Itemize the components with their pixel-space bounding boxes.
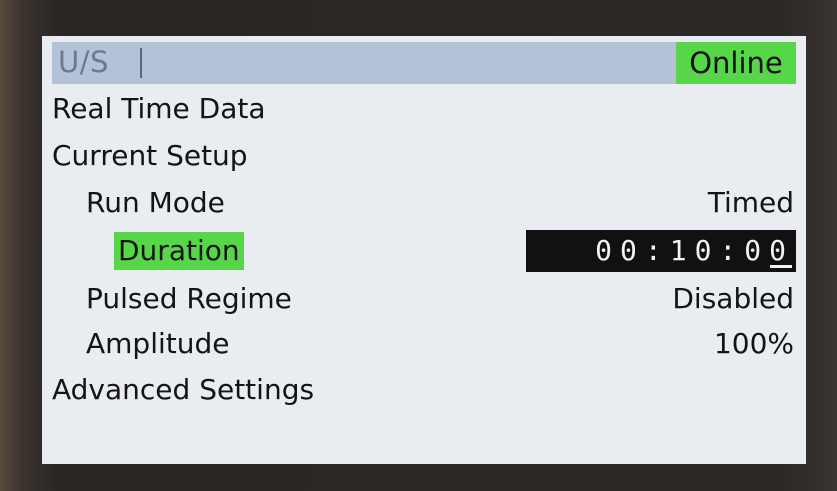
duration-value: 00:10:00: [595, 234, 794, 267]
setting-value: Timed: [707, 186, 794, 219]
screen-title: U/S: [58, 45, 109, 79]
menu-item-current-setup[interactable]: Current Setup: [52, 133, 796, 179]
menu-item-real-time-data[interactable]: Real Time Data: [52, 86, 796, 132]
setting-amplitude[interactable]: Amplitude 100%: [52, 321, 796, 367]
menu-item-advanced-settings[interactable]: Advanced Settings: [52, 367, 796, 413]
setting-label: Pulsed Regime: [86, 282, 292, 315]
setting-value: 100%: [713, 327, 794, 360]
title-bar: U/S Online: [52, 42, 796, 84]
text-cursor: [140, 48, 142, 78]
edit-cursor: [770, 265, 792, 268]
menu-item-label: Advanced Settings: [52, 373, 315, 406]
lcd-screen: U/S Online Real Time Data Current Setup …: [42, 36, 806, 464]
setting-value: Disabled: [672, 282, 794, 315]
status-badge: Online: [676, 42, 796, 84]
duration-time-input[interactable]: 00:10:00: [526, 230, 796, 272]
setting-label: Amplitude: [86, 327, 230, 360]
menu-item-label: Current Setup: [52, 139, 248, 172]
setting-label: Run Mode: [86, 186, 225, 219]
setting-label-wrap: Duration: [114, 228, 244, 274]
menu-item-label: Real Time Data: [52, 92, 266, 125]
setting-pulsed-regime[interactable]: Pulsed Regime Disabled: [52, 276, 796, 322]
setting-duration[interactable]: Duration 00:10:00: [52, 228, 796, 274]
setting-run-mode[interactable]: Run Mode Timed: [52, 180, 796, 226]
selected-setting-label: Duration: [114, 232, 244, 270]
